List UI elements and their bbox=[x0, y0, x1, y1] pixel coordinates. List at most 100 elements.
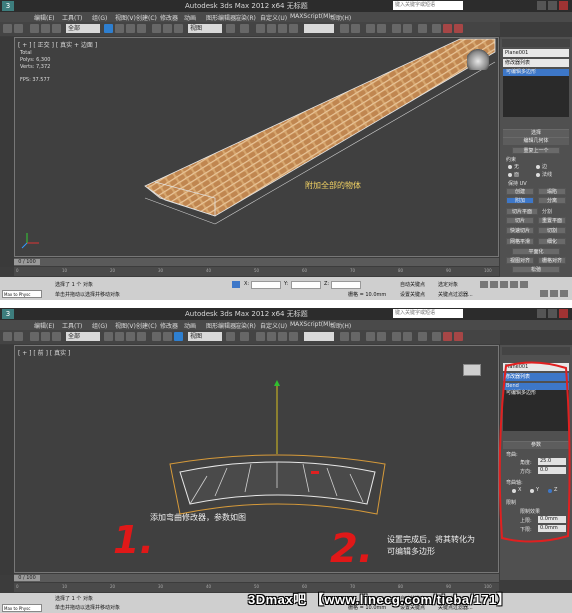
menu-graph-editors[interactable]: 图形编辑器 bbox=[206, 321, 236, 330]
unlink-icon[interactable] bbox=[41, 332, 50, 341]
grid-align-button[interactable]: 栅格对齐 bbox=[538, 257, 566, 264]
snap-toggle-icon[interactable] bbox=[256, 24, 265, 33]
curve-editor-icon[interactable] bbox=[392, 332, 401, 341]
modifier-list-dropdown[interactable]: 修改器列表 bbox=[503, 59, 569, 67]
schematic-view-icon[interactable] bbox=[403, 24, 412, 33]
slice-button[interactable]: 切片 bbox=[506, 217, 534, 224]
collapse-button[interactable]: 塌陷 bbox=[538, 188, 566, 195]
region-select-icon[interactable] bbox=[126, 332, 135, 341]
menu-views[interactable]: 视图(V) bbox=[115, 321, 136, 330]
select-manipulate-icon[interactable] bbox=[240, 332, 249, 341]
preserve-uvs-checkbox[interactable]: 保持 UV bbox=[508, 180, 527, 187]
planarize-button[interactable]: 平面化 bbox=[512, 248, 560, 255]
minimize-icon[interactable] bbox=[537, 309, 546, 318]
align-icon[interactable] bbox=[351, 332, 360, 341]
named-selection-dropdown[interactable] bbox=[304, 332, 334, 341]
named-selection-dropdown[interactable] bbox=[304, 24, 334, 33]
app-logo-icon[interactable]: 3 bbox=[2, 1, 14, 11]
scale-icon[interactable] bbox=[174, 24, 183, 33]
close-icon[interactable] bbox=[559, 1, 568, 10]
angle-snap-icon[interactable] bbox=[267, 24, 276, 33]
graphite-toggle-icon[interactable] bbox=[377, 24, 386, 33]
play-icon[interactable] bbox=[500, 281, 508, 288]
select-by-name-icon[interactable] bbox=[115, 332, 124, 341]
window-crossing-icon[interactable] bbox=[137, 24, 146, 33]
viewcube-icon[interactable] bbox=[463, 364, 481, 376]
attach-button[interactable]: 附加 bbox=[506, 197, 534, 204]
relax-button[interactable]: 松弛 bbox=[512, 266, 560, 273]
maximize-icon[interactable] bbox=[548, 309, 557, 318]
move-icon[interactable] bbox=[152, 332, 161, 341]
material-editor-icon[interactable] bbox=[418, 24, 427, 33]
menu-group[interactable]: 组(G) bbox=[92, 321, 107, 330]
tessellate-button[interactable]: 细化 bbox=[538, 238, 566, 245]
menu-create[interactable]: 创建(C) bbox=[136, 13, 157, 22]
menu-edit[interactable]: 编辑(E) bbox=[34, 13, 54, 22]
view-align-button[interactable]: 视图对齐 bbox=[506, 257, 534, 264]
maxscript-listener[interactable]: Max to Physc bbox=[2, 604, 42, 612]
render-production-icon[interactable] bbox=[454, 24, 463, 33]
unlink-icon[interactable] bbox=[41, 24, 50, 33]
layer-manager-icon[interactable] bbox=[366, 332, 375, 341]
select-by-name-icon[interactable] bbox=[115, 24, 124, 33]
viewport-orthographic[interactable]: [ + ] [ 正交 ] [ 真实 + 边面 ] Total Polys: 6,… bbox=[14, 37, 499, 257]
goto-end-icon[interactable] bbox=[520, 281, 528, 288]
menu-rendering[interactable]: 渲染(R) bbox=[235, 13, 256, 22]
constraint-normal-radio[interactable] bbox=[536, 173, 540, 177]
constraint-face-radio[interactable] bbox=[508, 173, 512, 177]
rendered-frame-icon[interactable] bbox=[443, 332, 452, 341]
quickslice-button[interactable]: 快速切片 bbox=[506, 227, 534, 234]
maximize-icon[interactable] bbox=[548, 1, 557, 10]
search-input[interactable]: 键入关键字或短语 bbox=[393, 1, 463, 10]
menu-help[interactable]: 帮助(H) bbox=[330, 13, 351, 22]
x-coord-field[interactable] bbox=[251, 281, 281, 289]
menu-rendering[interactable]: 渲染(R) bbox=[235, 321, 256, 330]
scale-icon[interactable] bbox=[174, 332, 183, 341]
select-object-icon[interactable] bbox=[104, 332, 113, 341]
tile-ridge-mesh[interactable] bbox=[15, 38, 500, 258]
next-frame-icon[interactable] bbox=[510, 281, 518, 288]
rendered-frame-icon[interactable] bbox=[443, 24, 452, 33]
bind-space-warp-icon[interactable] bbox=[52, 332, 61, 341]
time-slider-thumb[interactable]: 0 / 100 bbox=[14, 259, 40, 265]
rollout-edit-geometry[interactable]: 编辑几何体 bbox=[503, 137, 569, 145]
percent-snap-icon[interactable] bbox=[278, 24, 287, 33]
viewcube-icon[interactable] bbox=[467, 48, 489, 70]
auto-key-button[interactable]: 自动关键点 bbox=[400, 281, 425, 288]
spinner-snap-icon[interactable] bbox=[289, 24, 298, 33]
viewport-front[interactable]: [ + ] [ 前 ] [ 真实 ] 添加弯曲修改器，参数如图 设置完成后，将其… bbox=[14, 345, 499, 573]
material-editor-icon[interactable] bbox=[418, 332, 427, 341]
set-key-button[interactable]: 设置关键点 bbox=[400, 291, 425, 298]
graphite-toggle-icon[interactable] bbox=[377, 332, 386, 341]
app-logo-icon[interactable]: 3 bbox=[2, 309, 14, 319]
angle-snap-icon[interactable] bbox=[267, 332, 276, 341]
bind-space-warp-icon[interactable] bbox=[52, 24, 61, 33]
close-icon[interactable] bbox=[559, 309, 568, 318]
menu-help[interactable]: 帮助(H) bbox=[330, 321, 351, 330]
meshsmooth-button[interactable]: 网格平滑 bbox=[506, 238, 534, 245]
goto-start-icon[interactable] bbox=[480, 281, 488, 288]
key-filters-button[interactable]: 关键点过滤器... bbox=[438, 291, 473, 298]
menu-maxscript[interactable]: MAXScript(M) bbox=[290, 13, 331, 20]
layer-manager-icon[interactable] bbox=[366, 24, 375, 33]
reference-coord-dropdown[interactable]: 视图 bbox=[188, 24, 222, 33]
select-manipulate-icon[interactable] bbox=[240, 24, 249, 33]
render-setup-icon[interactable] bbox=[432, 332, 441, 341]
menu-animation[interactable]: 动画 bbox=[184, 321, 196, 330]
menu-customize[interactable]: 自定义(U) bbox=[260, 13, 287, 22]
reference-coord-dropdown[interactable]: 视图 bbox=[188, 332, 222, 341]
stack-item-editable-poly[interactable]: 可编辑多边形 bbox=[503, 69, 569, 76]
align-icon[interactable] bbox=[351, 24, 360, 33]
constraint-none-radio[interactable] bbox=[508, 165, 512, 169]
select-object-icon[interactable] bbox=[104, 24, 113, 33]
curve-editor-icon[interactable] bbox=[392, 24, 401, 33]
y-coord-field[interactable] bbox=[291, 281, 321, 289]
menu-group[interactable]: 组(G) bbox=[92, 13, 107, 22]
render-setup-icon[interactable] bbox=[432, 24, 441, 33]
zoom-icon[interactable] bbox=[540, 290, 548, 297]
pivot-center-icon[interactable] bbox=[226, 332, 235, 341]
menu-modifiers[interactable]: 修改器 bbox=[160, 321, 178, 330]
menu-modifiers[interactable]: 修改器 bbox=[160, 13, 178, 22]
mirror-icon[interactable] bbox=[340, 24, 349, 33]
slice-plane-button[interactable]: 切片平面 bbox=[506, 208, 538, 215]
